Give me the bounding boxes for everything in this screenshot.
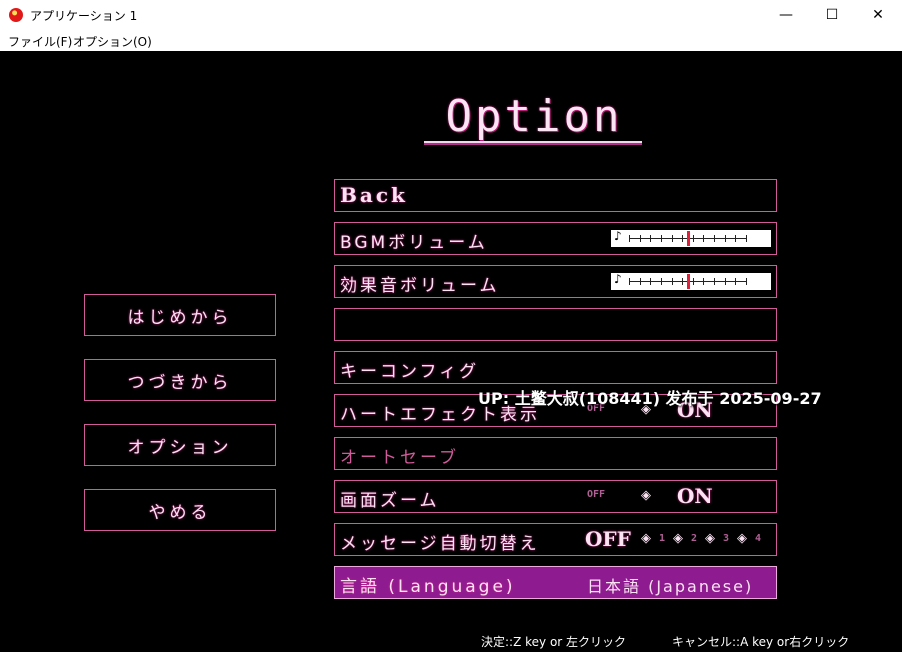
menu-bar: ファイル(F) オプション(O) (0, 30, 902, 51)
music-note-icon: ♪ (614, 272, 622, 286)
window-titlebar: アプリケーション 1 — ☐ ✕ (0, 0, 902, 30)
message-level-4[interactable]: 4 (755, 533, 761, 544)
message-level-3[interactable]: 3 (723, 533, 729, 544)
maximize-button[interactable]: ☐ (809, 0, 855, 30)
close-button[interactable]: ✕ (855, 0, 901, 30)
message-off-option[interactable]: OFF (585, 527, 631, 551)
window-title: アプリケーション 1 (30, 9, 138, 23)
confirm-help: 決定::Z key or 左クリック (481, 635, 627, 649)
music-note-icon: ♪ (614, 229, 622, 243)
back-label: Back (340, 183, 408, 207)
quit-button[interactable]: やめる (84, 489, 276, 531)
volume-tick (725, 235, 726, 242)
volume-tick (661, 278, 662, 285)
continue-button[interactable]: つづきから (84, 359, 276, 401)
volume-tick (640, 235, 641, 242)
volume-tick (714, 235, 715, 242)
volume-tick (703, 235, 704, 242)
empty-row (334, 308, 777, 341)
volume-tick (714, 278, 715, 285)
se-volume-slider[interactable]: ♪ (611, 272, 771, 290)
volume-tick (693, 235, 694, 242)
volume-tick (629, 235, 630, 242)
option-title: Option (445, 91, 623, 142)
bgm-volume-row[interactable]: BGMボリューム ♪ (334, 222, 777, 255)
diamond-icon: ◈ (673, 531, 683, 546)
uploader-overlay: UP: 土鳖大叔(108441) 发布于 2025-09-27 (478, 389, 822, 408)
bgm-volume-knob[interactable] (687, 231, 690, 246)
volume-tick (746, 278, 747, 285)
volume-tick (693, 278, 694, 285)
game-screen: Option はじめから つづきから オプション やめる Back BGMボリュ… (0, 51, 902, 652)
autosave-row[interactable]: オートセーブ (334, 437, 777, 470)
volume-tick (672, 278, 673, 285)
volume-tick (735, 235, 736, 242)
se-volume-label: 効果音ボリューム (340, 276, 500, 296)
option-button[interactable]: オプション (84, 424, 276, 466)
menu-option[interactable]: オプション(O) (73, 33, 152, 50)
app-icon (9, 8, 23, 22)
diamond-icon: ◈ (641, 488, 651, 503)
language-row[interactable]: 言語 (Language) 日本語 (Japanese) (334, 566, 777, 599)
diamond-icon: ◈ (641, 531, 651, 546)
title-underline (424, 141, 642, 145)
keyconfig-row[interactable]: キーコンフィグ (334, 351, 777, 384)
volume-tick (735, 278, 736, 285)
volume-tick (640, 278, 641, 285)
volume-tick (672, 235, 673, 242)
zoom-off-option[interactable]: OFF (587, 489, 605, 500)
volume-tick (703, 278, 704, 285)
message-level-2[interactable]: 2 (691, 533, 697, 544)
autosave-label: オートセーブ (340, 448, 459, 468)
back-row[interactable]: Back (334, 179, 777, 212)
start-button[interactable]: はじめから (84, 294, 276, 336)
bgm-volume-slider[interactable]: ♪ (611, 229, 771, 247)
language-value: 日本語 (Japanese) (587, 577, 754, 596)
bgm-volume-label: BGMボリューム (340, 233, 488, 253)
volume-tick (650, 235, 651, 242)
volume-tick (661, 235, 662, 242)
volume-tick (682, 278, 683, 285)
diamond-icon: ◈ (705, 531, 715, 546)
zoom-row[interactable]: 画面ズーム OFF ◈ ON (334, 480, 777, 513)
cancel-help: キャンセル::A key or右クリック (672, 635, 850, 649)
language-label: 言語 (Language) (340, 577, 516, 597)
se-volume-row[interactable]: 効果音ボリューム ♪ (334, 265, 777, 298)
message-auto-label: メッセージ自動切替え (340, 534, 540, 554)
menu-file[interactable]: ファイル(F) (8, 33, 72, 50)
volume-tick (746, 235, 747, 242)
diamond-icon: ◈ (737, 531, 747, 546)
se-volume-knob[interactable] (687, 274, 690, 289)
minimize-button[interactable]: — (763, 0, 809, 30)
message-level-1[interactable]: 1 (659, 533, 665, 544)
keyconfig-label: キーコンフィグ (340, 362, 480, 382)
volume-tick (682, 235, 683, 242)
zoom-on-option[interactable]: ON (677, 484, 713, 508)
zoom-label: 画面ズーム (340, 491, 440, 511)
volume-tick (650, 278, 651, 285)
message-auto-row[interactable]: メッセージ自動切替え OFF ◈ 1 ◈ 2 ◈ 3 ◈ 4 (334, 523, 777, 556)
volume-tick (725, 278, 726, 285)
volume-tick (629, 278, 630, 285)
